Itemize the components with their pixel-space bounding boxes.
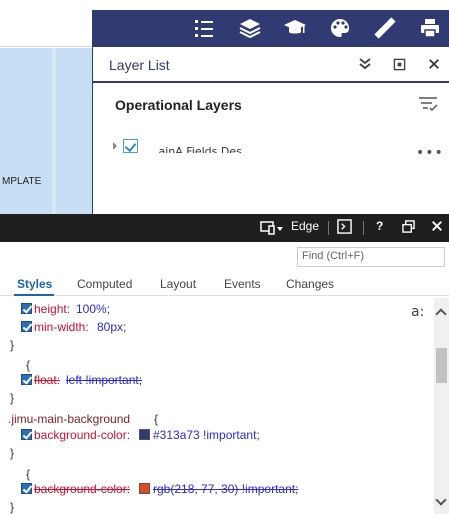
tab-events[interactable]: Events <box>224 277 261 291</box>
close-icon[interactable] <box>425 55 443 73</box>
css-selector[interactable]: .jimu-main-background <box>8 412 130 426</box>
layer-list-panel: Layer List Operational Layers ...ainA Fi… <box>92 47 449 214</box>
scroll-up-icon[interactable] <box>435 308 447 320</box>
property-value[interactable]: 100%; <box>76 302 110 316</box>
operational-layers-heading: Operational Layers <box>115 97 242 113</box>
print-icon[interactable] <box>414 12 446 44</box>
vertical-scrollbar[interactable] <box>434 298 449 514</box>
separator <box>328 221 329 235</box>
devtools-pane: Edge ? Find (Ctrl+F) Styles Computed Lay… <box>0 214 449 514</box>
scroll-down-icon[interactable] <box>435 494 447 506</box>
more-options-icon[interactable]: ••• <box>416 145 444 161</box>
property-name[interactable]: float: <box>34 373 60 387</box>
layer-visibility-checkbox[interactable] <box>123 139 138 153</box>
tab-computed[interactable]: Computed <box>77 277 132 291</box>
widget-toolbar <box>92 10 449 47</box>
ruler-icon[interactable] <box>369 12 401 44</box>
filter-icon[interactable] <box>418 96 438 112</box>
property-value[interactable]: rgb(218, 77, 30) !important; <box>153 482 298 496</box>
close-devtools-icon[interactable] <box>431 220 443 235</box>
map-feature <box>52 48 56 214</box>
collapse-icon[interactable] <box>356 55 374 73</box>
styles-panel: height: 100%; min-width: 80px; } { float… <box>0 298 432 514</box>
scroll-thumb[interactable] <box>436 348 447 383</box>
maximize-icon[interactable] <box>390 55 408 73</box>
layer-name: ...ainA Fields Des... <box>148 145 253 153</box>
emulation-icon[interactable] <box>260 220 284 239</box>
web-app: MPLATE Layer List Operational Layers ...… <box>0 0 449 214</box>
palette-icon[interactable] <box>324 12 356 44</box>
panel-header: Layer List <box>93 47 449 83</box>
devtools-tabs: Styles Computed Layout Events Changes <box>0 272 449 296</box>
brace: } <box>10 391 15 405</box>
property-value[interactable]: 80px; <box>97 320 126 334</box>
browser-mode-label[interactable]: Edge <box>291 219 319 233</box>
expand-arrow-icon[interactable] <box>113 142 117 150</box>
brace: } <box>10 338 15 352</box>
active-tab-indicator <box>14 294 54 296</box>
separator <box>363 221 364 235</box>
property-name[interactable]: background-color: <box>34 482 130 496</box>
tab-layout[interactable]: Layout <box>160 277 196 291</box>
color-swatch[interactable] <box>139 483 150 494</box>
panel-title: Layer List <box>109 57 170 73</box>
declaration-checkbox[interactable] <box>21 429 32 440</box>
tab-styles[interactable]: Styles <box>17 277 52 291</box>
brace: } <box>10 446 15 460</box>
map-region: MPLATE <box>0 0 92 214</box>
graduation-cap-icon[interactable] <box>279 12 311 44</box>
find-input[interactable]: Find (Ctrl+F) <box>297 247 445 267</box>
brace: { <box>154 412 159 426</box>
declaration-checkbox[interactable] <box>21 483 32 494</box>
declaration-checkbox[interactable] <box>21 321 32 332</box>
brace: } <box>10 500 15 514</box>
property-name[interactable]: background-color: <box>34 428 130 442</box>
layers-icon[interactable] <box>234 12 266 44</box>
console-icon[interactable] <box>337 219 352 237</box>
font-toggle-icon[interactable]: a: <box>411 304 424 320</box>
devtools-topbar: Edge ? <box>0 214 449 242</box>
property-name[interactable]: min-width: <box>34 320 89 334</box>
color-swatch[interactable] <box>139 429 150 440</box>
property-name[interactable]: height: <box>34 302 70 316</box>
map-view[interactable] <box>0 48 92 214</box>
declaration-checkbox[interactable] <box>21 303 32 314</box>
screen: MPLATE Layer List Operational Layers ...… <box>0 0 449 514</box>
undock-icon[interactable] <box>402 220 415 236</box>
property-value[interactable]: left !important; <box>66 373 142 387</box>
brace: { <box>26 467 31 481</box>
layer-item[interactable]: ...ainA Fields Des... <box>113 139 433 153</box>
map-text: MPLATE <box>2 176 42 187</box>
declaration-checkbox[interactable] <box>21 374 32 385</box>
tab-changes[interactable]: Changes <box>286 277 334 291</box>
property-value[interactable]: #313a73 !important; <box>153 428 260 442</box>
help-button[interactable]: ? <box>376 219 383 233</box>
header-left <box>0 0 92 47</box>
list-icon[interactable] <box>188 12 220 44</box>
brace: { <box>26 358 31 372</box>
